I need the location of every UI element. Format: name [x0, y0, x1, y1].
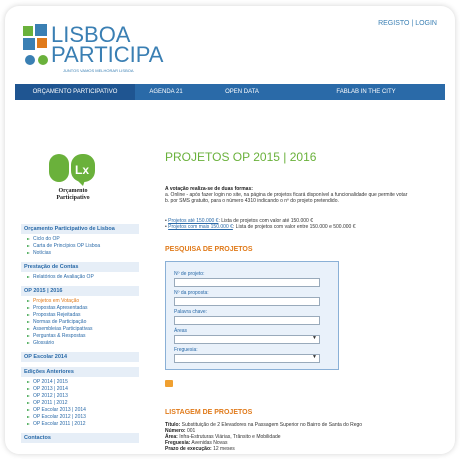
sidebar-item[interactable]: Notícias: [27, 250, 139, 257]
sidebar-item[interactable]: OP Escolar 2011 | 2012: [27, 421, 139, 428]
logo-line-2: PARTICIPA: [51, 42, 164, 67]
voting-intro: A votação realiza-se de duas formas: a. …: [165, 186, 435, 204]
op-logo-caption-1: Orçamento: [58, 188, 88, 194]
registo-link[interactable]: REGISTO: [378, 20, 409, 27]
sidebar-item-current[interactable]: Projetos em Votação: [27, 298, 139, 305]
sidebar-heading[interactable]: Edições Anteriores: [21, 367, 139, 377]
area-select[interactable]: [174, 335, 320, 344]
intro-sms: b. por SMS gratuito, para o número 4310 …: [165, 198, 339, 204]
login-link[interactable]: LOGIN: [415, 20, 437, 27]
sidebar-list: OP 2014 | 2015 OP 2013 | 2014 OP 2012 | …: [21, 379, 139, 428]
project-prazo: 12 meses: [213, 446, 235, 452]
keyword-label: Palavra chave:: [174, 309, 208, 315]
proposal-number-label: Nº da proposta:: [174, 290, 209, 296]
nav-fablab[interactable]: FABLAB IN THE CITY: [287, 84, 445, 100]
nav-open-data[interactable]: OPEN DATA: [197, 84, 287, 100]
link-projects-over-150k[interactable]: Projetos com mais 150.000 €: [168, 224, 233, 230]
lisboa-participa-logo[interactable]: LISBOA PARTICIPA JUNTOS VAMOS MELHORAR L…: [21, 22, 163, 74]
freguesia-select[interactable]: [174, 354, 320, 363]
account-links: REGISTO | LOGIN: [378, 20, 437, 27]
keyword-input[interactable]: [174, 316, 320, 325]
sidebar-item[interactable]: Propostas Rejeitadas: [27, 312, 139, 319]
nav-agenda-21[interactable]: AGENDA 21: [135, 84, 197, 100]
main-content: PROJETOS OP 2015 | 2016 A votação realiz…: [165, 150, 435, 452]
sidebar-heading[interactable]: Contactos: [21, 433, 139, 443]
sidebar-item[interactable]: Propostas Apresentadas: [27, 305, 139, 312]
sidebar: Orçamento Participativo de Lisboa Ciclo …: [21, 219, 139, 443]
link2-desc: : Lista de projetos com valor entre 150.…: [232, 224, 356, 230]
sidebar-list: Projetos em Votação Propostas Apresentad…: [21, 298, 139, 347]
freguesia-label: Freguesia:: [174, 347, 198, 353]
sidebar-item[interactable]: Assembleias Participativas: [27, 326, 139, 333]
sidebar-heading[interactable]: OP Escolar 2014: [21, 352, 139, 362]
sidebar-item[interactable]: OP 2012 | 2013: [27, 393, 139, 400]
page: LISBOA PARTICIPA JUNTOS VAMOS MELHORAR L…: [15, 14, 445, 454]
sidebar-item[interactable]: Carta de Princípios OP Lisboa: [27, 243, 139, 250]
sidebar-item[interactable]: OP 2011 | 2012: [27, 400, 139, 407]
search-heading: PESQUISA DE PROJETOS: [165, 246, 253, 253]
proposal-number-input[interactable]: [174, 297, 320, 306]
sidebar-item[interactable]: OP Escolar 2013 | 2014: [27, 407, 139, 414]
project-title: Substituição de 2 Elevadores na Passagem…: [181, 422, 363, 428]
sidebar-list: Relatórios de Avaliação OP: [21, 274, 139, 281]
nav-orcamento-participativo[interactable]: ORÇAMENTO PARTICIPATIVO: [15, 84, 135, 100]
sidebar-list: Ciclo do OP Carta de Princípios OP Lisbo…: [21, 236, 139, 257]
logo-tagline: JUNTOS VAMOS MELHORAR LISBOA: [63, 68, 134, 73]
sidebar-item[interactable]: Perguntas & Respostas: [27, 333, 139, 340]
project-links: • Projetos até 150.000 €: Lista de proje…: [165, 218, 356, 230]
op-logo: Lx Orçamento Participativo: [43, 152, 103, 212]
project-number-input[interactable]: [174, 278, 320, 287]
op-lx-mark: Lx: [75, 163, 89, 177]
sidebar-heading[interactable]: OP 2015 | 2016: [21, 286, 139, 296]
sidebar-heading[interactable]: Prestação de Contas: [21, 262, 139, 272]
separator: |: [411, 20, 414, 27]
project-number-label: Nº de projeto:: [174, 271, 205, 277]
sidebar-item[interactable]: Glossário: [27, 340, 139, 347]
sidebar-item[interactable]: Normas de Participação: [27, 319, 139, 326]
search-button-icon[interactable]: [165, 380, 173, 387]
page-title: PROJETOS OP 2015 | 2016: [165, 150, 317, 164]
project-prazo-label: Prazo de execução:: [165, 446, 212, 452]
sidebar-item[interactable]: Ciclo do OP: [27, 236, 139, 243]
search-form: Nº de projeto: Nº da proposta: Palavra c…: [165, 261, 339, 370]
op-lx-icon: Lx: [49, 154, 95, 186]
sidebar-item[interactable]: OP 2014 | 2015: [27, 379, 139, 386]
project-entry[interactable]: Título: Substituição de 2 Elevadores na …: [165, 422, 435, 452]
sidebar-item[interactable]: Relatórios de Avaliação OP: [27, 274, 139, 281]
op-logo-caption: Orçamento Participativo: [43, 188, 103, 202]
sidebar-item[interactable]: OP 2013 | 2014: [27, 386, 139, 393]
sidebar-item[interactable]: OP Escolar 2012 | 2013: [27, 414, 139, 421]
main-nav: ORÇAMENTO PARTICIPATIVO AGENDA 21 OPEN D…: [15, 84, 445, 100]
op-logo-caption-2: Participativo: [56, 195, 90, 201]
listing-heading: LISTAGEM DE PROJETOS: [165, 409, 253, 416]
area-label: Áreas: [174, 328, 188, 334]
browser-frame: LISBOA PARTICIPA JUNTOS VAMOS MELHORAR L…: [5, 6, 455, 454]
sidebar-heading[interactable]: Orçamento Participativo de Lisboa: [21, 224, 139, 234]
